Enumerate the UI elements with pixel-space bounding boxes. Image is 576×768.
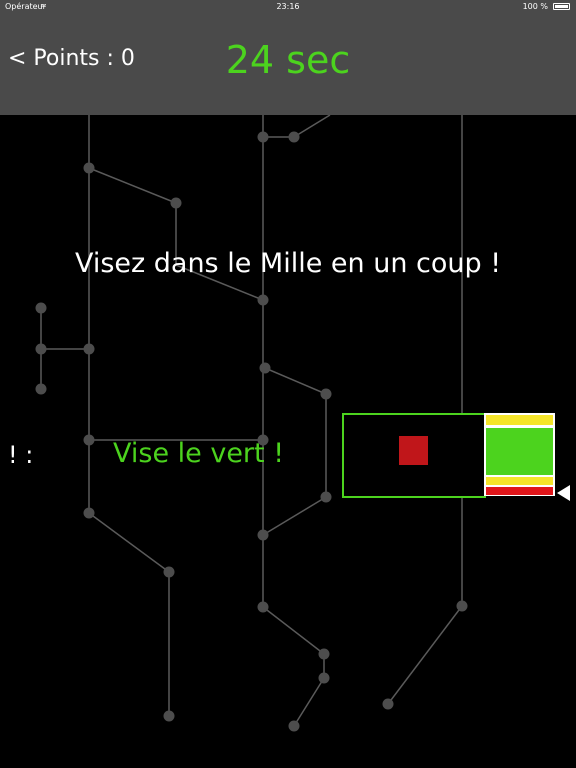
meter-yellow-bottom [486,477,553,485]
triangle-left-icon [557,485,570,501]
target-box[interactable] [342,413,486,498]
meter-green-zone [486,428,553,475]
status-bar: Opérateur ≈ 23:16 100 % [0,0,576,14]
hint-text: Vise le vert ! [113,438,285,469]
target-square[interactable] [399,436,428,465]
power-meter [484,413,555,496]
meter-red-zone [486,487,553,495]
instruction-text: Visez dans le Mille en un coup ! [74,248,502,279]
game-header: < Points : 0 24 sec [0,14,576,115]
battery-icon [553,3,570,10]
countdown-timer: 24 sec [225,38,351,82]
meter-yellow-top [486,415,553,425]
battery-percent: 100 % [522,2,548,11]
clock: 23:16 [276,2,300,11]
exclamation-label: ! : [8,441,34,469]
